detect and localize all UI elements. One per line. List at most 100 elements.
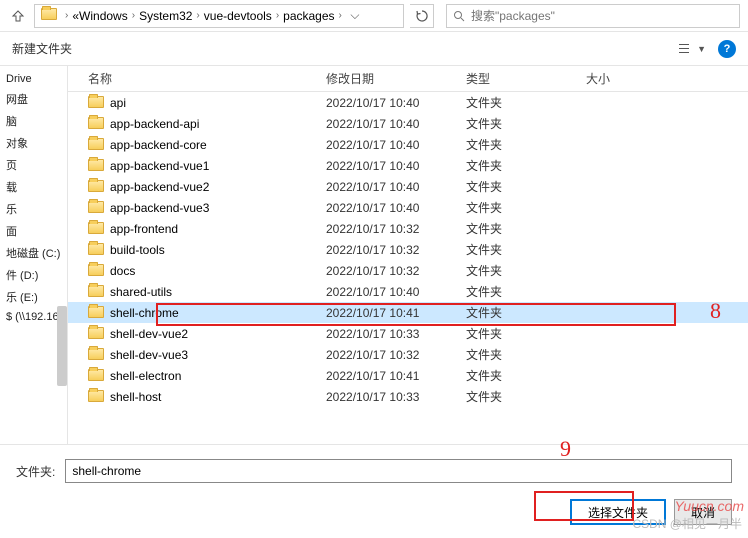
row-type: 文件夹 xyxy=(466,346,586,363)
row-type: 文件夹 xyxy=(466,136,586,153)
table-row[interactable]: shell-dev-vue32022/10/17 10:32文件夹 xyxy=(68,344,748,365)
row-name: app-backend-vue2 xyxy=(110,180,326,194)
row-date: 2022/10/17 10:33 xyxy=(326,327,466,341)
row-date: 2022/10/17 10:32 xyxy=(326,348,466,362)
chevron-right-icon: › xyxy=(339,10,342,21)
table-row[interactable]: shared-utils2022/10/17 10:40文件夹 xyxy=(68,281,748,302)
table-row[interactable]: app-backend-vue32022/10/17 10:40文件夹 xyxy=(68,197,748,218)
folder-icon xyxy=(88,180,104,194)
row-name: shell-dev-vue2 xyxy=(110,327,326,341)
table-row[interactable]: api2022/10/17 10:40文件夹 xyxy=(68,92,748,113)
folder-icon xyxy=(41,8,57,24)
row-type: 文件夹 xyxy=(466,241,586,258)
folder-icon xyxy=(88,138,104,152)
row-name: shell-chrome xyxy=(110,306,326,320)
search-icon xyxy=(453,10,465,22)
column-headers[interactable]: 名称 修改日期 类型 大小 xyxy=(68,66,748,92)
header-type[interactable]: 类型 xyxy=(466,70,586,87)
sidebar-item[interactable]: 件 (D:) xyxy=(0,264,67,286)
table-row[interactable]: app-backend-api2022/10/17 10:40文件夹 xyxy=(68,113,748,134)
row-date: 2022/10/17 10:40 xyxy=(326,138,466,152)
row-name: shared-utils xyxy=(110,285,326,299)
row-type: 文件夹 xyxy=(466,262,586,279)
sidebar-item[interactable]: 面 xyxy=(0,220,67,242)
row-type: 文件夹 xyxy=(466,94,586,111)
sidebar-item[interactable]: 地磁盘 (C:) xyxy=(0,242,67,264)
row-type: 文件夹 xyxy=(466,199,586,216)
sidebar-item[interactable]: 脑 xyxy=(0,110,67,132)
header-size[interactable]: 大小 xyxy=(586,70,748,87)
watermark: Yuucn.com xyxy=(674,498,744,514)
toolbar: 新建文件夹 ▼ ? xyxy=(0,32,748,66)
crumb-item[interactable]: packages xyxy=(283,9,334,23)
new-folder-button[interactable]: 新建文件夹 xyxy=(12,40,72,57)
table-row[interactable]: app-backend-core2022/10/17 10:40文件夹 xyxy=(68,134,748,155)
row-date: 2022/10/17 10:41 xyxy=(326,369,466,383)
up-button[interactable] xyxy=(8,6,28,26)
refresh-button[interactable] xyxy=(410,4,434,28)
folder-icon xyxy=(88,243,104,257)
row-type: 文件夹 xyxy=(466,367,586,384)
row-date: 2022/10/17 10:40 xyxy=(326,180,466,194)
sidebar[interactable]: Drive 网盘 脑 对象 页 载 乐 面 地磁盘 (C:) 件 (D:) 乐 … xyxy=(0,66,68,444)
folder-icon xyxy=(88,159,104,173)
row-type: 文件夹 xyxy=(466,325,586,342)
row-type: 文件夹 xyxy=(466,388,586,405)
row-type: 文件夹 xyxy=(466,178,586,195)
annotation-label-9: 9 xyxy=(560,436,571,462)
row-name: shell-host xyxy=(110,390,326,404)
breadcrumb[interactable]: › « Windows› System32› vue-devtools› pac… xyxy=(34,4,404,28)
help-icon[interactable]: ? xyxy=(718,40,736,58)
row-date: 2022/10/17 10:40 xyxy=(326,285,466,299)
row-name: build-tools xyxy=(110,243,326,257)
breadcrumb-dropdown[interactable]: ⌵ xyxy=(346,8,364,23)
table-row[interactable]: shell-host2022/10/17 10:33文件夹 xyxy=(68,386,748,407)
view-options-button[interactable]: ▼ xyxy=(679,43,706,55)
table-row[interactable]: docs2022/10/17 10:32文件夹 xyxy=(68,260,748,281)
header-name[interactable]: 名称 xyxy=(88,70,326,87)
watermark-csdn: CSDN @相见一月半 xyxy=(632,515,742,532)
row-date: 2022/10/17 10:40 xyxy=(326,117,466,131)
sidebar-item[interactable]: Drive xyxy=(0,70,67,88)
sidebar-item[interactable]: 乐 (E:) xyxy=(0,286,67,308)
crumb-item[interactable]: System32 xyxy=(139,9,192,23)
row-name: shell-electron xyxy=(110,369,326,383)
row-date: 2022/10/17 10:32 xyxy=(326,243,466,257)
row-date: 2022/10/17 10:40 xyxy=(326,201,466,215)
crumb-item[interactable]: Windows xyxy=(79,9,128,23)
crumb-item[interactable]: vue-devtools xyxy=(204,9,272,23)
search-input[interactable] xyxy=(471,9,733,23)
search-box[interactable] xyxy=(446,4,740,28)
row-date: 2022/10/17 10:40 xyxy=(326,96,466,110)
sidebar-item[interactable]: 载 xyxy=(0,176,67,198)
header-date[interactable]: 修改日期 xyxy=(326,70,466,87)
folder-icon xyxy=(88,285,104,299)
table-row[interactable]: shell-chrome2022/10/17 10:41文件夹 xyxy=(68,302,748,323)
main-area: Drive 网盘 脑 对象 页 载 乐 面 地磁盘 (C:) 件 (D:) 乐 … xyxy=(0,66,748,444)
sidebar-item[interactable]: 对象 xyxy=(0,132,67,154)
file-list: 名称 修改日期 类型 大小 api2022/10/17 10:40文件夹app-… xyxy=(68,66,748,444)
table-row[interactable]: shell-electron2022/10/17 10:41文件夹 xyxy=(68,365,748,386)
row-name: app-frontend xyxy=(110,222,326,236)
scrollbar-thumb[interactable] xyxy=(57,306,67,386)
sidebar-item[interactable]: 乐 xyxy=(0,198,67,220)
table-row[interactable]: shell-dev-vue22022/10/17 10:33文件夹 xyxy=(68,323,748,344)
table-row[interactable]: build-tools2022/10/17 10:32文件夹 xyxy=(68,239,748,260)
table-row[interactable]: app-frontend2022/10/17 10:32文件夹 xyxy=(68,218,748,239)
folder-input[interactable] xyxy=(65,459,732,483)
row-name: api xyxy=(110,96,326,110)
row-name: docs xyxy=(110,264,326,278)
row-type: 文件夹 xyxy=(466,115,586,132)
table-row[interactable]: app-backend-vue22022/10/17 10:40文件夹 xyxy=(68,176,748,197)
row-name: app-backend-vue3 xyxy=(110,201,326,215)
chevron-right-icon: › xyxy=(276,10,279,21)
sidebar-item[interactable]: 页 xyxy=(0,154,67,176)
table-row[interactable]: app-backend-vue12022/10/17 10:40文件夹 xyxy=(68,155,748,176)
folder-icon xyxy=(88,306,104,320)
chevron-right-icon: › xyxy=(65,10,68,21)
sidebar-item[interactable]: 网盘 xyxy=(0,88,67,110)
folder-icon xyxy=(88,348,104,362)
row-date: 2022/10/17 10:32 xyxy=(326,222,466,236)
row-name: app-backend-vue1 xyxy=(110,159,326,173)
address-bar: › « Windows› System32› vue-devtools› pac… xyxy=(0,0,748,32)
